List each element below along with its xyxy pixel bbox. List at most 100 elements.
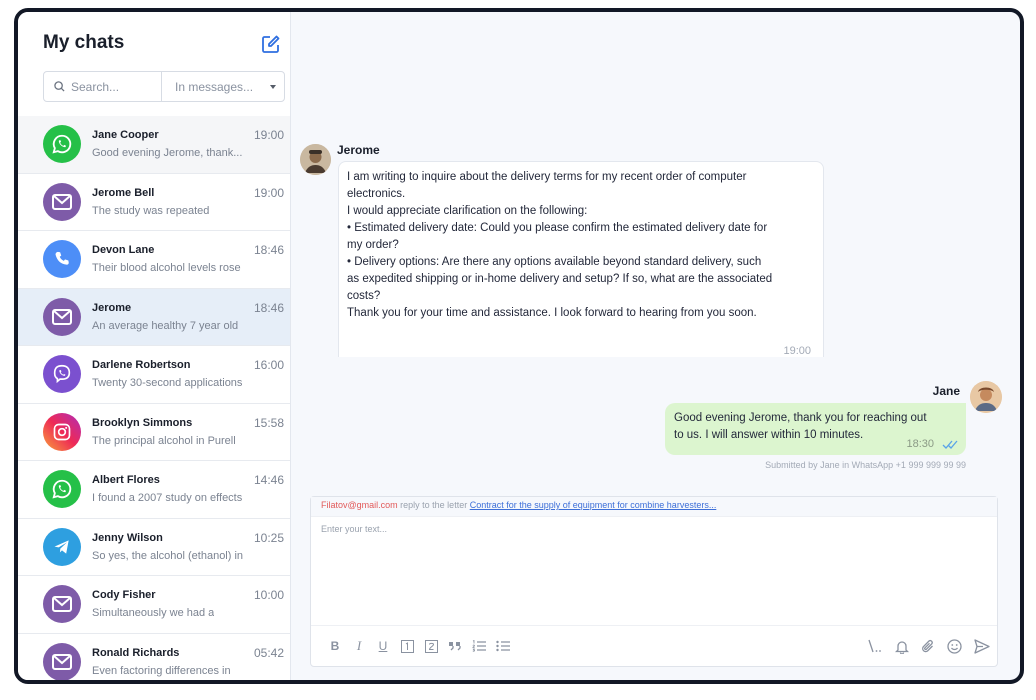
reply-subject-link[interactable]: Contract for the supply of equipment for… (470, 500, 717, 510)
message-line: • Estimated delivery date: Could you ple… (347, 222, 768, 234)
double-check-icon (942, 440, 958, 449)
mail-icon (43, 585, 81, 623)
telegram-icon (43, 527, 81, 566)
chat-time: 14:46 (253, 473, 284, 487)
chat-name: Cody Fisher (92, 589, 156, 601)
chat-list-item[interactable]: Jenny Wilson 10:25 So yes, the alcohol (… (18, 519, 290, 576)
chat-list-item[interactable]: Ronald Richards 05:42 Even factoring dif… (18, 634, 290, 680)
conversation-panel: Jerome I am writing to inquire about the… (292, 12, 1020, 680)
chat-preview: Twenty 30-second applications (92, 377, 243, 389)
compose-icon[interactable] (261, 34, 281, 54)
signature-icon[interactable] (863, 634, 889, 658)
send-icon[interactable] (967, 634, 997, 658)
message-line: Good evening Jerome, thank you for reach… (674, 412, 927, 424)
message-line: • Delivery options: Are there any option… (347, 256, 762, 268)
message-line: I am writing to inquire about the delive… (347, 171, 747, 183)
instagram-icon (43, 412, 81, 451)
emoji-icon[interactable] (941, 634, 967, 658)
chat-name: Albert Flores (92, 474, 160, 486)
chat-sidebar: My chats Search... In messages... Jane C… (18, 12, 291, 680)
chat-name: Jerome (92, 301, 132, 314)
chat-list: Jane Cooper 19:00 Good evening Jerome, t… (18, 116, 290, 680)
chat-preview: I found a 2007 study on effects (92, 492, 243, 504)
search-scope-value: In messages... (175, 79, 254, 94)
chat-time: 16:00 (253, 358, 284, 372)
italic-button[interactable]: I (347, 634, 371, 658)
chat-time: 18:46 (253, 300, 284, 315)
message-input[interactable]: Enter your text... (321, 524, 387, 534)
chat-time: 19:00 (253, 185, 284, 200)
search-scope-dropdown[interactable]: In messages... (162, 72, 284, 101)
chat-preview: So yes, the alcohol (ethanol) in (92, 549, 244, 562)
reply-email: Filatov@gmail.com (321, 500, 398, 510)
composer-actions (863, 626, 997, 666)
avatar (970, 381, 1002, 413)
whatsapp-icon (43, 125, 81, 163)
chat-preview: Simultaneously we had a (92, 607, 215, 619)
chat-preview: Even factoring differences in (92, 664, 231, 677)
chat-preview: The principal alcohol in Purell (92, 434, 236, 447)
phone-icon (43, 240, 81, 278)
chat-list-item[interactable]: Devon Lane 18:46 Their blood alcohol lev… (18, 231, 290, 289)
chat-name: Jenny Wilson (92, 531, 163, 544)
app-window: My chats Search... In messages... Jane C… (14, 8, 1024, 684)
chat-list-item[interactable]: Jerome Bell 19:00 The study was repeated (18, 174, 290, 231)
chat-time: 10:25 (253, 530, 284, 545)
chat-time: 10:00 (253, 588, 284, 602)
message-time: 18:30 (906, 438, 934, 450)
reply-label: reply to the letter (397, 500, 470, 510)
formatting-toolbar: B I U (311, 625, 997, 666)
chat-list-item[interactable]: Albert Flores 14:46 I found a 2007 study… (18, 461, 290, 519)
search-bar: Search... In messages... (43, 71, 285, 102)
underline-button[interactable]: U (371, 634, 395, 658)
chevron-down-icon (270, 84, 276, 89)
heading-2-icon[interactable] (419, 634, 443, 658)
mail-icon (43, 297, 81, 336)
sidebar-title: My chats (43, 32, 125, 53)
message-meta: Submitted by Jane in WhatsApp +1 999 999… (765, 460, 966, 470)
search-input[interactable]: Search... (44, 72, 162, 101)
search-icon (54, 81, 65, 92)
message-line: electronics. (347, 188, 406, 200)
chat-time: 19:00 (253, 128, 284, 142)
chat-preview: Good evening Jerome, thank... (92, 147, 243, 159)
chat-preview: Their blood alcohol levels rose (92, 262, 241, 274)
chat-name: Devon Lane (92, 244, 155, 256)
chat-time: 18:46 (253, 243, 284, 257)
message-composer: Filatov@gmail.com reply to the letter Co… (310, 496, 998, 667)
chat-list-item-active[interactable]: Jerome 18:46 An average healthy 7 year o… (18, 288, 290, 346)
chat-name: Ronald Richards (92, 646, 180, 659)
mail-icon (43, 182, 81, 221)
chat-name: Jane Cooper (92, 129, 159, 141)
viber-icon (43, 355, 81, 393)
chat-preview: An average healthy 7 year old (92, 319, 239, 332)
chat-name: Darlene Robertson (92, 359, 191, 371)
quote-icon[interactable] (443, 634, 467, 658)
chat-time: 15:58 (253, 415, 284, 430)
heading-1-icon[interactable] (395, 634, 419, 658)
message-line: as expedited shipping or in-home deliver… (347, 273, 773, 285)
message-line: I would appreciate clarification on the … (347, 205, 588, 217)
message-time: 19:00 (783, 345, 811, 357)
numbered-list-icon[interactable] (467, 634, 491, 658)
chat-list-item[interactable]: Cody Fisher 10:00 Simultaneously we had … (18, 576, 290, 634)
attachment-icon[interactable] (915, 634, 941, 658)
chat-name: Jerome Bell (92, 186, 155, 199)
chat-list-item[interactable]: Jane Cooper 19:00 Good evening Jerome, t… (18, 116, 290, 174)
bullet-list-icon[interactable] (491, 634, 515, 658)
outgoing-message: Good evening Jerome, thank you for reach… (665, 403, 966, 455)
whatsapp-icon (43, 470, 81, 508)
message-line: Thank you for your time and assistance. … (347, 307, 757, 319)
incoming-sender-name: Jerome (337, 143, 380, 157)
mail-icon (43, 642, 81, 680)
incoming-message: I am writing to inquire about the delive… (338, 161, 824, 357)
bell-icon[interactable] (889, 634, 915, 658)
chat-list-item[interactable]: Darlene Robertson 16:00 Twenty 30-second… (18, 346, 290, 404)
chat-list-item[interactable]: Brooklyn Simmons 15:58 The principal alc… (18, 404, 290, 461)
chat-preview: The study was repeated (92, 204, 210, 217)
chat-name: Brooklyn Simmons (92, 416, 193, 429)
search-placeholder: Search... (71, 79, 120, 94)
outgoing-sender-name: Jane (932, 384, 960, 398)
bold-button[interactable]: B (323, 634, 347, 658)
reply-context: Filatov@gmail.com reply to the letter Co… (311, 497, 997, 517)
